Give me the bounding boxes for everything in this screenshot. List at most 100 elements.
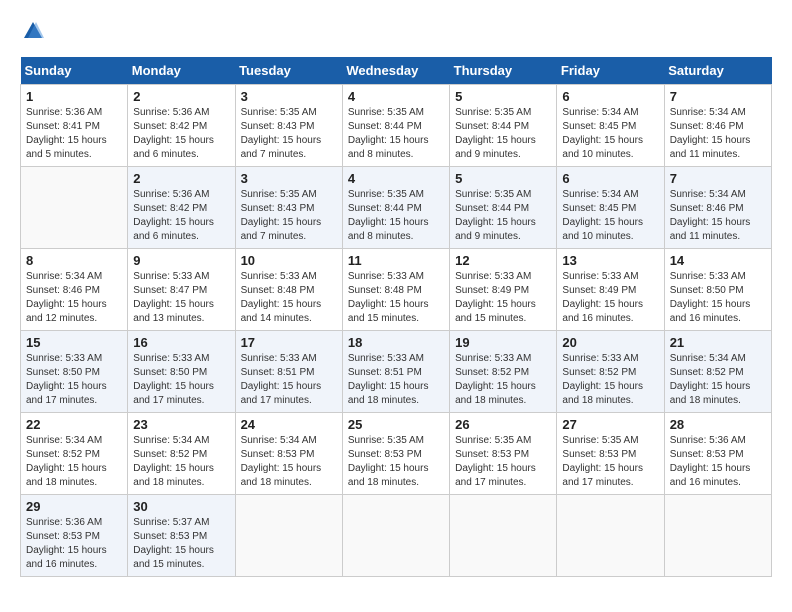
empty-cell (557, 495, 664, 577)
day-detail: Sunrise: 5:34 AMSunset: 8:45 PMDaylight:… (562, 188, 658, 244)
day-detail: Sunrise: 5:35 AMSunset: 8:44 PMDaylight:… (348, 188, 444, 244)
day-number: 3 (241, 171, 337, 186)
day-cell-20: 20 Sunrise: 5:33 AMSunset: 8:52 PMDayligh… (557, 331, 664, 413)
day-cell-1: 1 Sunrise: 5:36 AMSunset: 8:41 PMDaylight… (21, 85, 128, 167)
day-cell-4: 4 Sunrise: 5:35 AMSunset: 8:44 PMDaylight… (342, 167, 449, 249)
day-detail: Sunrise: 5:34 AMSunset: 8:46 PMDaylight:… (670, 188, 766, 244)
day-detail: Sunrise: 5:33 AMSunset: 8:50 PMDaylight:… (133, 352, 229, 408)
day-cell-3: 3 Sunrise: 5:35 AMSunset: 8:43 PMDaylight… (235, 85, 342, 167)
day-cell-28: 28Sunrise: 5:36 AMSunset: 8:53 PMDayligh… (664, 413, 771, 495)
calendar-week-1: 1 Sunrise: 5:36 AMSunset: 8:41 PMDaylight… (21, 85, 772, 167)
header-sunday: Sunday (21, 57, 128, 85)
day-detail: Sunrise: 5:35 AMSunset: 8:53 PMDaylight:… (562, 434, 658, 490)
day-detail: Sunrise: 5:34 AMSunset: 8:52 PMDaylight:… (670, 352, 766, 408)
day-cell-27: 27 Sunrise: 5:35 AMSunset: 8:53 PMDayligh… (557, 413, 664, 495)
day-cell-23: 23Sunrise: 5:34 AMSunset: 8:52 PMDayligh… (128, 413, 235, 495)
day-cell-21: 21 Sunrise: 5:34 AMSunset: 8:52 PMDayligh… (664, 331, 771, 413)
day-number: 26 (455, 417, 551, 432)
day-detail: Sunrise: 5:33 AMSunset: 8:48 PMDaylight:… (241, 270, 337, 326)
calendar-week-3: 8 Sunrise: 5:34 AMSunset: 8:46 PMDaylight… (21, 249, 772, 331)
day-detail: Sunrise: 5:35 AMSunset: 8:53 PMDaylight:… (348, 434, 444, 490)
day-cell-19: 19Sunrise: 5:33 AMSunset: 8:52 PMDayligh… (450, 331, 557, 413)
day-cell-30: 30Sunrise: 5:37 AMSunset: 8:53 PMDayligh… (128, 495, 235, 577)
empty-cell (235, 495, 342, 577)
day-cell-3: 3 Sunrise: 5:35 AMSunset: 8:43 PMDaylight… (235, 167, 342, 249)
header-monday: Monday (128, 57, 235, 85)
header-tuesday: Tuesday (235, 57, 342, 85)
day-detail: Sunrise: 5:36 AMSunset: 8:41 PMDaylight:… (26, 106, 122, 162)
day-detail: Sunrise: 5:34 AMSunset: 8:46 PMDaylight:… (26, 270, 122, 326)
day-detail: Sunrise: 5:33 AMSunset: 8:50 PMDaylight:… (670, 270, 766, 326)
day-detail: Sunrise: 5:33 AMSunset: 8:52 PMDaylight:… (562, 352, 658, 408)
day-number: 21 (670, 335, 766, 350)
day-number: 14 (670, 253, 766, 268)
day-cell-7: 7Sunrise: 5:34 AMSunset: 8:46 PMDaylight… (664, 85, 771, 167)
header-saturday: Saturday (664, 57, 771, 85)
day-detail: Sunrise: 5:36 AMSunset: 8:42 PMDaylight:… (133, 188, 229, 244)
day-number: 27 (562, 417, 658, 432)
day-number: 1 (26, 89, 122, 104)
day-cell-22: 22 Sunrise: 5:34 AMSunset: 8:52 PMDayligh… (21, 413, 128, 495)
day-number: 16 (133, 335, 229, 350)
day-detail: Sunrise: 5:34 AMSunset: 8:52 PMDaylight:… (26, 434, 122, 490)
day-number: 4 (348, 89, 444, 104)
day-detail: Sunrise: 5:35 AMSunset: 8:43 PMDaylight:… (241, 188, 337, 244)
day-number: 3 (241, 89, 337, 104)
day-cell-9: 9Sunrise: 5:33 AMSunset: 8:47 PMDaylight… (128, 249, 235, 331)
day-number: 22 (26, 417, 122, 432)
day-detail: Sunrise: 5:33 AMSunset: 8:50 PMDaylight:… (26, 352, 122, 408)
day-cell-7: 7 Sunrise: 5:34 AMSunset: 8:46 PMDaylight… (664, 167, 771, 249)
calendar-week-2: 2 Sunrise: 5:36 AMSunset: 8:42 PMDaylight… (21, 167, 772, 249)
day-number: 13 (562, 253, 658, 268)
day-detail: Sunrise: 5:33 AMSunset: 8:47 PMDaylight:… (133, 270, 229, 326)
day-cell-11: 11Sunrise: 5:33 AMSunset: 8:48 PMDayligh… (342, 249, 449, 331)
day-detail: Sunrise: 5:33 AMSunset: 8:51 PMDaylight:… (241, 352, 337, 408)
day-number: 6 (562, 89, 658, 104)
day-cell-2: 2 Sunrise: 5:36 AMSunset: 8:42 PMDaylight… (128, 85, 235, 167)
logo (20, 20, 44, 47)
day-cell-5: 5 Sunrise: 5:35 AMSunset: 8:44 PMDaylight… (450, 167, 557, 249)
day-detail: Sunrise: 5:35 AMSunset: 8:43 PMDaylight:… (241, 106, 337, 162)
header-wednesday: Wednesday (342, 57, 449, 85)
calendar-table: SundayMondayTuesdayWednesdayThursdayFrid… (20, 57, 772, 577)
day-number: 7 (670, 171, 766, 186)
day-detail: Sunrise: 5:33 AMSunset: 8:49 PMDaylight:… (562, 270, 658, 326)
day-number: 2 (133, 171, 229, 186)
day-detail: Sunrise: 5:33 AMSunset: 8:52 PMDaylight:… (455, 352, 551, 408)
day-number: 29 (26, 499, 122, 514)
day-cell-16: 16 Sunrise: 5:33 AMSunset: 8:50 PMDayligh… (128, 331, 235, 413)
day-detail: Sunrise: 5:34 AMSunset: 8:53 PMDaylight:… (241, 434, 337, 490)
day-number: 12 (455, 253, 551, 268)
day-number: 6 (562, 171, 658, 186)
day-cell-13: 13 Sunrise: 5:33 AMSunset: 8:49 PMDayligh… (557, 249, 664, 331)
day-number: 2 (133, 89, 229, 104)
day-cell-8: 8 Sunrise: 5:34 AMSunset: 8:46 PMDaylight… (21, 249, 128, 331)
empty-cell (450, 495, 557, 577)
day-cell-26: 26Sunrise: 5:35 AMSunset: 8:53 PMDayligh… (450, 413, 557, 495)
day-cell-29: 29 Sunrise: 5:36 AMSunset: 8:53 PMDayligh… (21, 495, 128, 577)
day-cell-12: 12Sunrise: 5:33 AMSunset: 8:49 PMDayligh… (450, 249, 557, 331)
day-detail: Sunrise: 5:35 AMSunset: 8:44 PMDaylight:… (455, 188, 551, 244)
logo-icon (22, 20, 44, 42)
day-detail: Sunrise: 5:36 AMSunset: 8:42 PMDaylight:… (133, 106, 229, 162)
day-number: 5 (455, 171, 551, 186)
day-detail: Sunrise: 5:36 AMSunset: 8:53 PMDaylight:… (26, 516, 122, 572)
day-number: 15 (26, 335, 122, 350)
day-number: 11 (348, 253, 444, 268)
empty-cell (21, 167, 128, 249)
day-detail: Sunrise: 5:34 AMSunset: 8:45 PMDaylight:… (562, 106, 658, 162)
day-cell-4: 4Sunrise: 5:35 AMSunset: 8:44 PMDaylight… (342, 85, 449, 167)
day-cell-15: 15 Sunrise: 5:33 AMSunset: 8:50 PMDayligh… (21, 331, 128, 413)
empty-cell (342, 495, 449, 577)
day-number: 4 (348, 171, 444, 186)
day-number: 8 (26, 253, 122, 268)
day-detail: Sunrise: 5:35 AMSunset: 8:44 PMDaylight:… (455, 106, 551, 162)
page-header (20, 20, 772, 47)
header-thursday: Thursday (450, 57, 557, 85)
day-cell-18: 18Sunrise: 5:33 AMSunset: 8:51 PMDayligh… (342, 331, 449, 413)
day-number: 20 (562, 335, 658, 350)
day-number: 18 (348, 335, 444, 350)
day-number: 10 (241, 253, 337, 268)
day-cell-24: 24Sunrise: 5:34 AMSunset: 8:53 PMDayligh… (235, 413, 342, 495)
day-detail: Sunrise: 5:37 AMSunset: 8:53 PMDaylight:… (133, 516, 229, 572)
